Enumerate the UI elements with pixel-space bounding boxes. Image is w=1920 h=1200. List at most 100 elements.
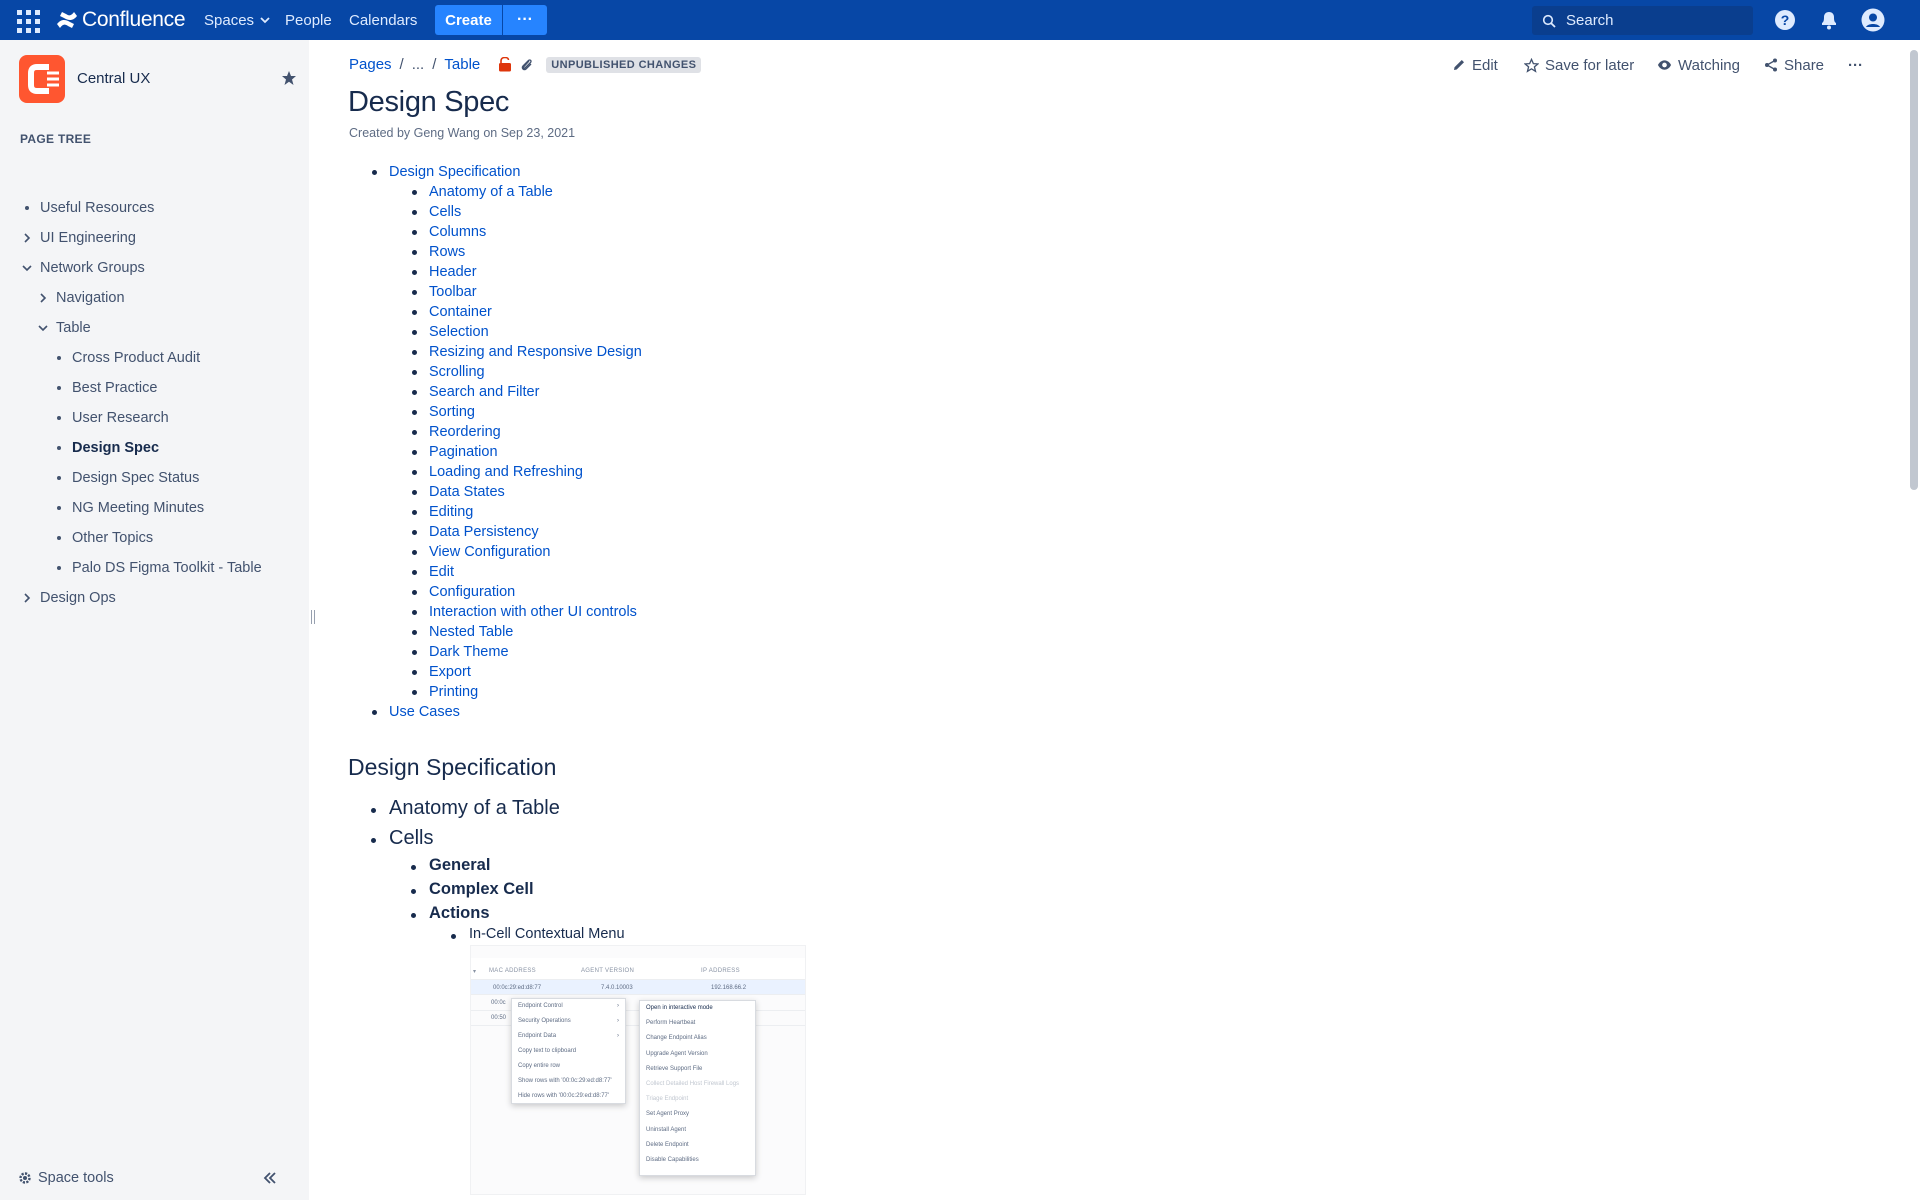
edit-label: Edit	[1472, 56, 1498, 74]
toc-link[interactable]: Design Specification	[389, 164, 520, 180]
toc-link[interactable]: Data States	[429, 484, 505, 500]
toc-link[interactable]: Anatomy of a Table	[429, 184, 553, 200]
create-more-button[interactable]: ···	[503, 5, 547, 35]
chevron-right-icon[interactable]	[20, 233, 34, 243]
embed-submenu-item: Open in interactive mode	[646, 1005, 713, 1011]
search-icon	[1542, 14, 1556, 28]
embed-submenu-chevron-icon: ›	[617, 1018, 619, 1024]
toc-link[interactable]: Nested Table	[429, 624, 513, 640]
confluence-logo[interactable]: Confluence	[56, 8, 186, 32]
app-switcher-icon[interactable]	[15, 8, 40, 33]
toc-item-top: Use Cases	[370, 702, 642, 722]
toc-link[interactable]: Rows	[429, 244, 465, 260]
heading-general: General	[410, 856, 491, 874]
toc-link[interactable]: Configuration	[429, 584, 515, 600]
sidebar: Central UX PAGE TREE Useful Resources UI …	[0, 40, 309, 1200]
bullet-icon	[52, 566, 66, 570]
collapse-sidebar-button[interactable]	[260, 1171, 280, 1191]
toc-link[interactable]: Search and Filter	[429, 384, 539, 400]
create-button[interactable]: Create	[435, 5, 502, 35]
sidebar-tree-item[interactable]: NG Meeting Minutes	[52, 496, 204, 520]
toc-item: Sorting	[410, 402, 642, 422]
sidebar-tree-label: Palo DS Figma Toolkit - Table	[72, 560, 262, 576]
chevron-right-icon[interactable]	[36, 293, 50, 303]
sidebar-tree-item[interactable]: Useful Resources	[20, 196, 154, 220]
chevron-right-icon[interactable]	[20, 593, 34, 603]
search-box[interactable]	[1532, 6, 1753, 35]
watching-button[interactable]: Watching	[1657, 54, 1740, 76]
toc-link[interactable]: Toolbar	[429, 284, 477, 300]
page-scrollbar[interactable]	[1908, 40, 1920, 1200]
sidebar-tree-item[interactable]: Design Spec Status	[52, 466, 199, 490]
search-input[interactable]	[1566, 12, 1736, 29]
toc-link[interactable]: Printing	[429, 684, 478, 700]
toc-link[interactable]: Resizing and Responsive Design	[429, 344, 642, 360]
sidebar-tree-item[interactable]: Network Groups	[20, 256, 145, 280]
scrollbar-thumb[interactable]	[1910, 50, 1918, 490]
sidebar-tree-label: Design Spec Status	[72, 470, 200, 486]
toc-item: Scrolling	[410, 362, 642, 382]
people-menu-label: People	[285, 11, 332, 29]
toc-link[interactable]: Dark Theme	[429, 644, 509, 660]
sidebar-tree-item[interactable]: Navigation	[36, 286, 125, 310]
toc-link[interactable]: Loading and Refreshing	[429, 464, 583, 480]
notifications-icon[interactable]	[1817, 8, 1841, 32]
toc-item: Loading and Refreshing	[410, 462, 642, 482]
embed-cell: 00:0c:29:ed:d8:77	[493, 985, 542, 991]
toc-link[interactable]: Reordering	[429, 424, 501, 440]
heading-complex-cell: Complex Cell	[411, 880, 534, 898]
toc-link[interactable]: Interaction with other UI controls	[429, 604, 637, 620]
toc-link[interactable]: Columns	[429, 224, 486, 240]
toc-link[interactable]: Container	[429, 304, 492, 320]
contextual-menu-screenshot[interactable]: ▾ MAC ADDRESS AGENT VERSION IP ADDRESS 0…	[470, 945, 806, 1195]
bullet-icon	[52, 476, 66, 480]
sidebar-tree-item[interactable]: UI Engineering	[20, 226, 136, 250]
share-button[interactable]: Share	[1764, 54, 1824, 76]
toc-link[interactable]: Data Persistency	[429, 524, 539, 540]
sidebar-tree-item[interactable]: Design Ops	[20, 586, 116, 610]
people-menu[interactable]: People	[285, 10, 332, 30]
toc-link[interactable]: Header	[429, 264, 477, 280]
calendars-menu[interactable]: Calendars	[349, 10, 417, 30]
space-tools-label: Space tools	[38, 1170, 114, 1186]
spaces-menu[interactable]: Spaces	[204, 10, 270, 30]
sidebar-tree-item[interactable]: Cross Product Audit	[52, 346, 200, 370]
sidebar-tree-label: UI Engineering	[40, 230, 136, 246]
save-for-later-button[interactable]: Save for later	[1524, 54, 1634, 76]
sidebar-tree-item[interactable]: Best Practice	[52, 376, 157, 400]
sidebar-tree-label: User Research	[72, 410, 169, 426]
toc-link[interactable]: Scrolling	[429, 364, 485, 380]
sidebar-tree-item[interactable]: Table	[36, 316, 91, 340]
toc-link[interactable]: Edit	[429, 564, 454, 580]
sidebar-tree-item[interactable]: Other Topics	[52, 526, 153, 550]
chevron-down-icon[interactable]	[20, 264, 34, 272]
embed-submenu-item: Change Endpoint Alias	[646, 1035, 707, 1042]
help-icon[interactable]: ?	[1773, 8, 1797, 32]
sidebar-tree-item[interactable]: User Research	[52, 406, 169, 430]
toc-link[interactable]: Editing	[429, 504, 473, 520]
embed-menu-item: Endpoint Control	[518, 1003, 563, 1009]
toc-link[interactable]: Use Cases	[389, 704, 460, 720]
toc-link[interactable]: Cells	[429, 204, 461, 220]
edit-button[interactable]: Edit	[1452, 54, 1498, 76]
sidebar-tree-item[interactable]: Palo DS Figma Toolkit - Table	[52, 556, 262, 580]
space-tools-button[interactable]: Space tools	[18, 1170, 114, 1186]
sidebar-tree-item[interactable]: Design Spec	[52, 436, 159, 460]
toc-item: Configuration	[410, 582, 642, 602]
section-heading: Design Specification	[348, 754, 557, 780]
toc-link[interactable]: Export	[429, 664, 471, 680]
toc-item: Editing	[410, 502, 642, 522]
toc-link[interactable]: Sorting	[429, 404, 475, 420]
toc-link[interactable]: Pagination	[429, 444, 498, 460]
toc-link[interactable]: View Configuration	[429, 544, 550, 560]
toc-item: Resizing and Responsive Design	[410, 342, 642, 362]
toc-item: Pagination	[410, 442, 642, 462]
share-icon	[1765, 58, 1777, 72]
toc-item: Export	[410, 662, 642, 682]
sidebar-resize-handle[interactable]	[309, 610, 317, 628]
user-avatar-icon[interactable]	[1861, 8, 1885, 32]
more-actions-button[interactable]: ···	[1848, 54, 1863, 76]
chevron-down-icon[interactable]	[36, 324, 50, 332]
share-label: Share	[1784, 56, 1825, 74]
toc-link[interactable]: Selection	[429, 324, 489, 340]
